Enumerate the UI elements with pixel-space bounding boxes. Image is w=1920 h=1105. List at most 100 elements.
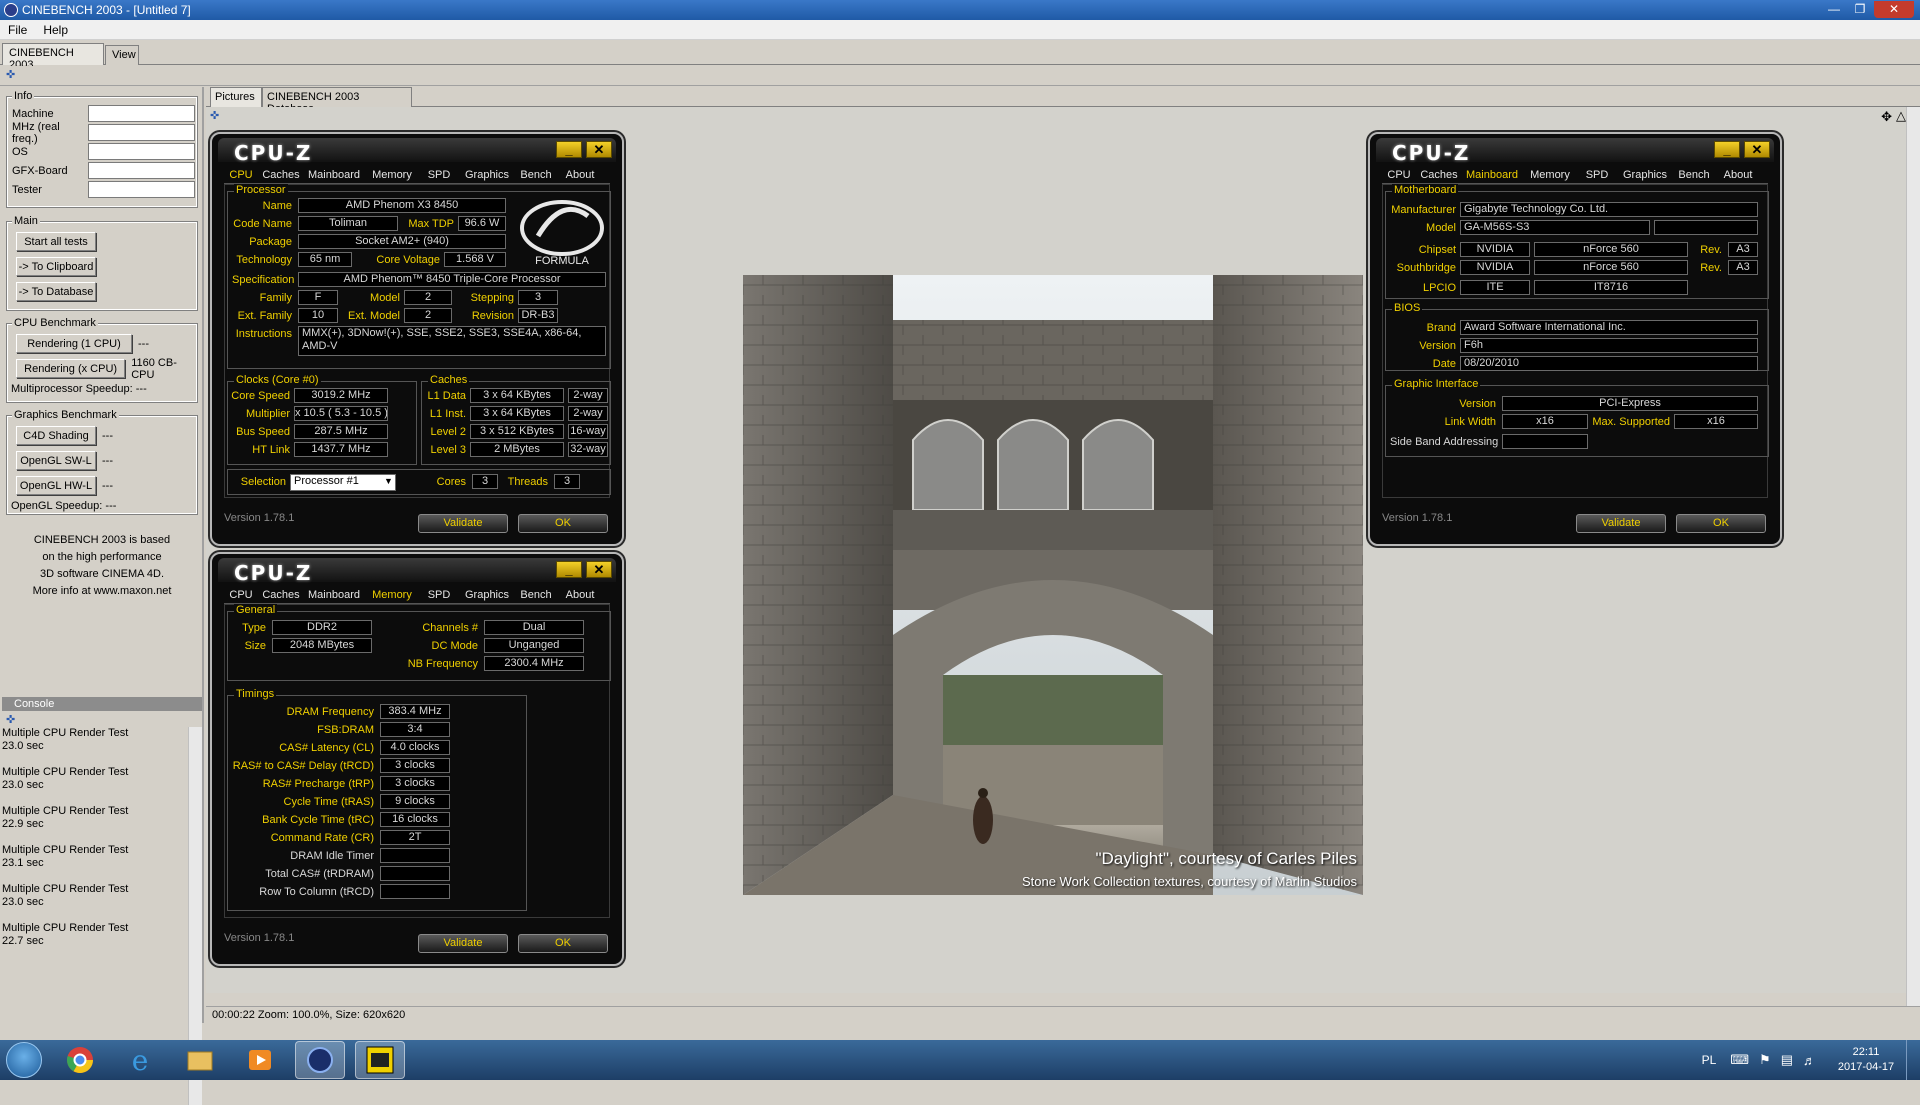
cpuz-tab-cpu[interactable]: CPU — [1382, 167, 1416, 183]
model-extra-value — [1654, 220, 1758, 235]
multiplier-value: x 10.5 ( 5.3 - 10.5 ) — [294, 406, 388, 421]
cpuz-taskbar-icon[interactable] — [355, 1041, 405, 1079]
network-icon[interactable]: ▤ — [1781, 1052, 1793, 1068]
image-caption-credit: Stone Work Collection textures, courtesy… — [1021, 874, 1357, 889]
cpuz-tab-spd[interactable]: SPD — [1578, 167, 1616, 183]
cpuz-tab-about[interactable]: About — [1714, 167, 1762, 183]
keyboard-icon[interactable]: ⌨ — [1730, 1052, 1749, 1068]
cpuz-tab-graphics[interactable]: Graphics — [458, 167, 516, 183]
cpuz-tab-memory[interactable]: Memory — [364, 587, 420, 603]
cpuz-tab-caches[interactable]: Caches — [258, 587, 304, 603]
cpuz-minimize-button[interactable]: _ — [556, 141, 582, 158]
cpuz-ok-button[interactable]: OK — [1676, 514, 1766, 533]
cpuz-tab-bench[interactable]: Bench — [516, 587, 556, 603]
opengl-hwl-button[interactable]: OpenGL HW-L — [16, 476, 96, 495]
tab-cinebench[interactable]: CINEBENCH 2003 — [2, 43, 104, 71]
bios-legend: BIOS — [1392, 302, 1423, 314]
os-input[interactable] — [88, 143, 195, 160]
menu-help[interactable]: Help — [35, 23, 76, 37]
to-clipboard-button[interactable]: -> To Clipboard — [16, 257, 96, 276]
close-button[interactable]: ✕ — [1874, 1, 1914, 18]
tab-pictures[interactable]: Pictures — [210, 87, 262, 107]
cpuz-minimize-button[interactable]: _ — [556, 561, 582, 578]
chrome-taskbar-icon[interactable] — [55, 1041, 105, 1079]
volume-icon[interactable]: ♬ — [1803, 1053, 1816, 1068]
system-tray: PL ⌨ ⚑ ▤ ♬ 22:11 2017-04-17 — [1702, 1040, 1920, 1080]
cpuz-tab-spd[interactable]: SPD — [420, 587, 458, 603]
cpuz-tab-about[interactable]: About — [556, 587, 604, 603]
cpuz-close-button[interactable]: ✕ — [586, 561, 612, 578]
cpuz-memory-body: General Type DDR2 Size 2048 MBytes Chann… — [224, 604, 611, 918]
cpuz-tab-bench[interactable]: Bench — [516, 167, 556, 183]
cpuz-tab-bench[interactable]: Bench — [1674, 167, 1714, 183]
clock[interactable]: 22:11 2017-04-17 — [1826, 1045, 1906, 1075]
core-speed-label: Core Speed — [231, 390, 290, 402]
manufacturer-value: Gigabyte Technology Co. Ltd. — [1460, 202, 1758, 217]
cpuz-tab-caches[interactable]: Caches — [1416, 167, 1462, 183]
c4d-shading-button[interactable]: C4D Shading — [16, 426, 96, 445]
cpuz-tab-mainboard[interactable]: Mainboard — [304, 167, 364, 183]
graphics-benchmark-title: Graphics Benchmark — [12, 409, 119, 421]
rendering-1cpu-button[interactable]: Rendering (1 CPU) — [16, 334, 132, 353]
cpuz-validate-button[interactable]: Validate — [418, 934, 508, 953]
cpuz-minimize-button[interactable]: _ — [1714, 141, 1740, 158]
opengl-swl-button[interactable]: OpenGL SW-L — [16, 451, 96, 470]
chevron-down-icon[interactable]: ▼ — [384, 476, 393, 486]
cpuz-close-button[interactable]: ✕ — [1744, 141, 1770, 158]
explorer-taskbar-icon[interactable] — [175, 1041, 225, 1079]
cpuz-tab-cpu[interactable]: CPU — [224, 167, 258, 183]
maximize-button[interactable]: ❐ — [1848, 1, 1872, 18]
chipset-rev-value: A3 — [1728, 242, 1758, 257]
cpuz-tab-mainboard[interactable]: Mainboard — [304, 587, 364, 603]
cpuz-validate-button[interactable]: Validate — [1576, 514, 1666, 533]
cpuz-tab-spd[interactable]: SPD — [420, 167, 458, 183]
cinebench-taskbar-icon[interactable] — [295, 1041, 345, 1079]
start-button[interactable] — [6, 1042, 42, 1078]
move-icon[interactable]: ✥ — [1881, 109, 1892, 125]
warning-icon[interactable]: △ — [1896, 108, 1906, 124]
flag-icon[interactable]: ⚑ — [1759, 1052, 1771, 1068]
ext-family-label: Ext. Family — [237, 310, 292, 322]
minimize-button[interactable]: — — [1822, 1, 1846, 18]
canvas-pin-icon[interactable]: ✜ — [210, 110, 222, 122]
cpuz-close-button[interactable]: ✕ — [586, 141, 612, 158]
cpuz-tab-graphics[interactable]: Graphics — [1616, 167, 1674, 183]
link-width-value: x16 — [1502, 414, 1588, 429]
pin-icon[interactable]: ✜ — [6, 69, 18, 81]
cpuz-tab-about[interactable]: About — [556, 167, 604, 183]
processor-select[interactable]: Processor #1 — [290, 474, 396, 491]
opengl-hwl-result: --- — [102, 479, 113, 492]
cpuz-ok-button[interactable]: OK — [518, 934, 608, 953]
tab-cinebench-database[interactable]: CINEBENCH 2003 Database — [262, 87, 412, 115]
rendered-image: "Daylight", courtesy of Carles Piles Sto… — [743, 275, 1363, 895]
gfx-board-input[interactable] — [88, 162, 195, 179]
menu-file[interactable]: File — [0, 23, 35, 37]
tab-view[interactable]: View — [105, 45, 139, 65]
package-label: Package — [249, 236, 292, 248]
about-line-4[interactable]: More info at www.maxon.net — [0, 583, 204, 600]
rendering-xcpu-button[interactable]: Rendering (x CPU) — [16, 359, 126, 378]
revision-label: Revision — [471, 310, 514, 322]
start-all-tests-button[interactable]: Start all tests — [16, 232, 96, 251]
mhz-input[interactable] — [88, 124, 195, 141]
show-desktop-button[interactable] — [1906, 1040, 1920, 1080]
cpuz-ok-button[interactable]: OK — [518, 514, 608, 533]
cpuz-validate-button[interactable]: Validate — [418, 514, 508, 533]
title-bar: CINEBENCH 2003 - [Untitled 7] — ❐ ✕ — [0, 0, 1920, 20]
to-database-button[interactable]: -> To Database — [16, 282, 96, 301]
media-player-taskbar-icon[interactable] — [235, 1041, 285, 1079]
console-pin-icon[interactable]: ✜ — [6, 714, 18, 726]
ie-taskbar-icon[interactable]: e — [115, 1041, 165, 1079]
family-value: F — [298, 290, 338, 305]
cpuz-tab-caches[interactable]: Caches — [258, 167, 304, 183]
language-indicator[interactable]: PL — [1702, 1053, 1717, 1067]
gi-version-label: Version — [1459, 398, 1496, 410]
machine-input[interactable] — [88, 105, 195, 122]
tester-input[interactable] — [88, 181, 195, 198]
cpuz-tab-cpu[interactable]: CPU — [224, 587, 258, 603]
cpuz-tab-memory[interactable]: Memory — [1522, 167, 1578, 183]
cpuz-tab-memory[interactable]: Memory — [364, 167, 420, 183]
cpuz-tab-graphics[interactable]: Graphics — [458, 587, 516, 603]
canvas-scrollbar[interactable] — [1906, 107, 1920, 1007]
cpuz-tab-mainboard[interactable]: Mainboard — [1462, 167, 1522, 183]
